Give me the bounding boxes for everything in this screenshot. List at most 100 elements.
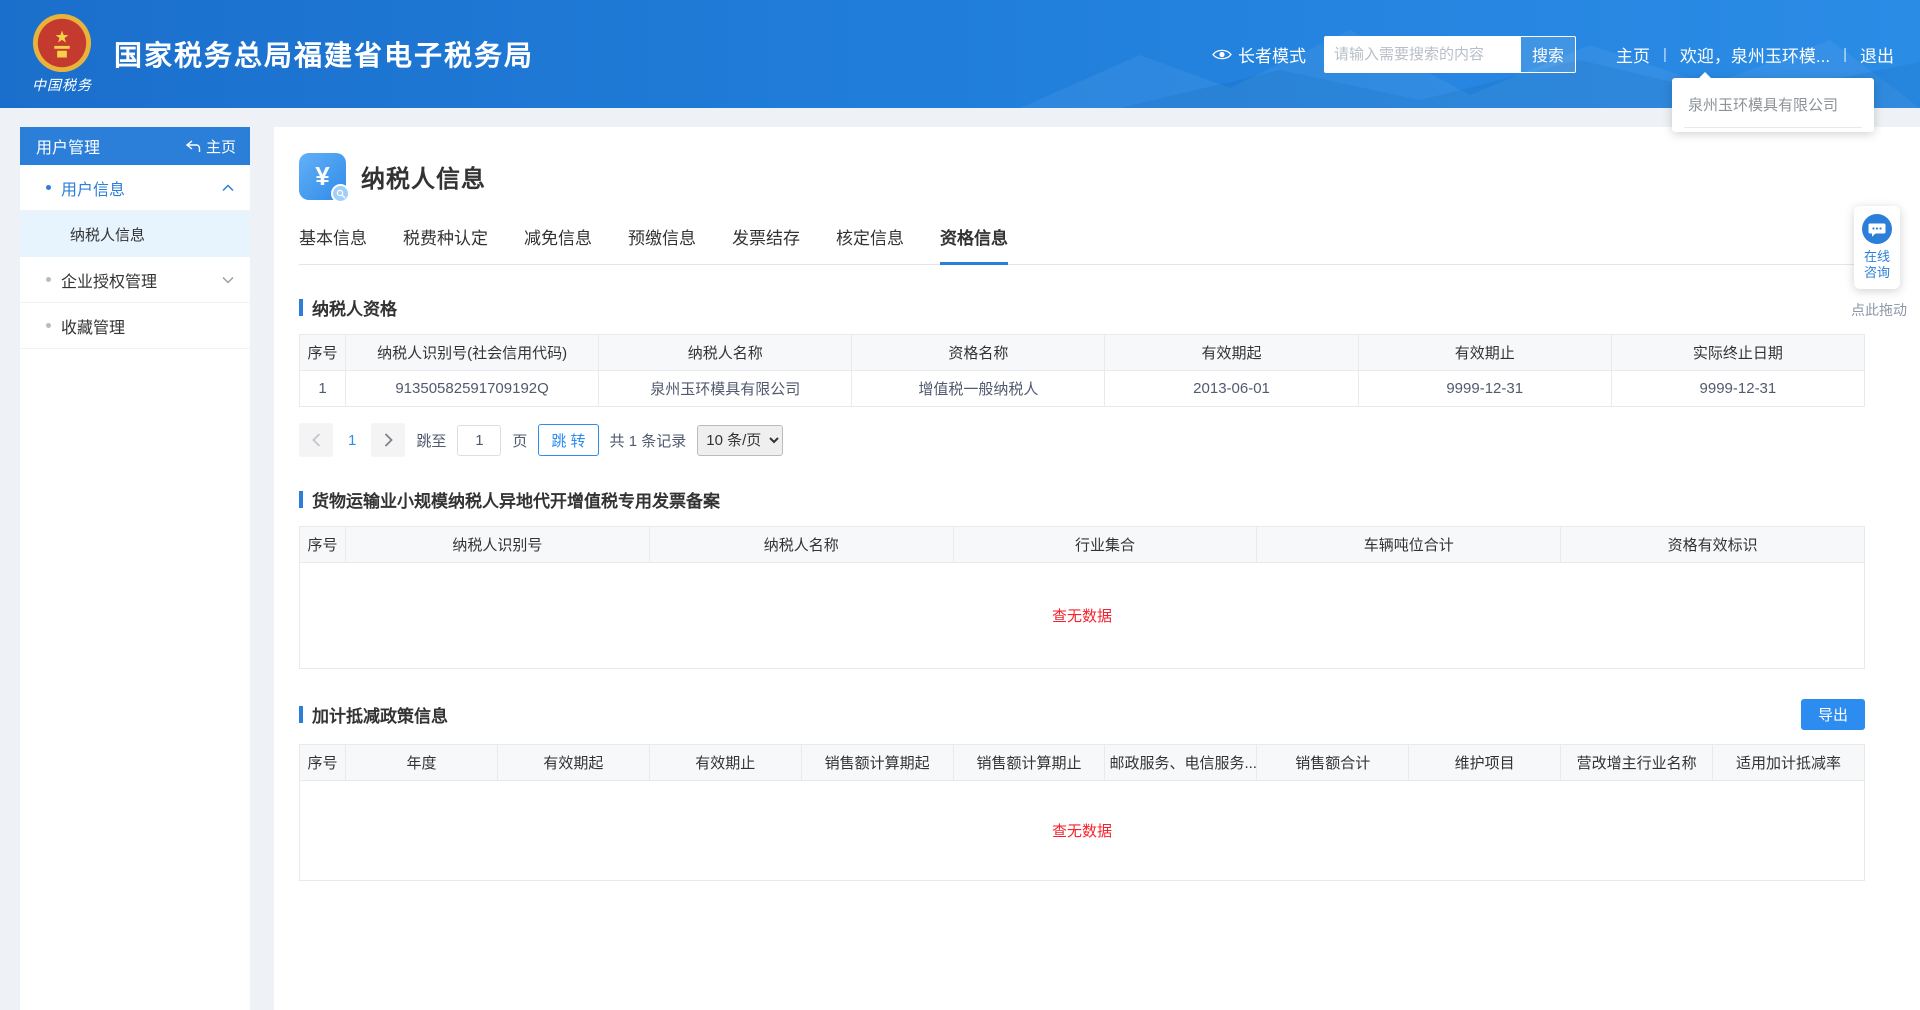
drag-handle-hint[interactable]: 点此拖动 xyxy=(1851,300,1907,320)
elder-mode-label: 长者模式 xyxy=(1238,42,1306,67)
column-header: 序号 xyxy=(300,745,346,781)
sidebar-item-label: 收藏管理 xyxy=(61,314,125,338)
section1-title: 纳税人资格 xyxy=(299,295,397,320)
main-content: ¥ 纳税人信息 基本信息税费种认定减免信息预缴信息发票结存核定信息资格信息 纳税… xyxy=(274,127,1920,1010)
table-cell: 泉州玉环模具有限公司 xyxy=(599,371,852,407)
section2-title-row: 货物运输业小规模纳税人异地代开增值税专用发票备案 xyxy=(299,487,1865,512)
tab-2[interactable]: 税费种认定 xyxy=(403,224,488,264)
site-title: 国家税务总局福建省电子税务局 xyxy=(114,34,534,74)
section3-title: 加计抵减政策信息 xyxy=(299,702,448,727)
sidebar-item-enterprise-auth[interactable]: 企业授权管理 xyxy=(20,257,250,303)
column-header: 销售额合计 xyxy=(1257,745,1409,781)
tab-6[interactable]: 核定信息 xyxy=(836,224,904,264)
section2-grid: 序号纳税人识别号纳税人名称行业集合车辆吨位合计资格有效标识 xyxy=(299,526,1865,563)
sidebar-home-button[interactable]: 主页 xyxy=(186,136,236,157)
next-page-button[interactable] xyxy=(371,423,405,457)
column-header: 邮政服务、电信服务... xyxy=(1105,745,1257,781)
magnifier-badge-icon xyxy=(331,184,350,203)
nav-welcome-link[interactable]: 欢迎，泉州玉环模... xyxy=(1680,42,1830,67)
bullet-icon xyxy=(46,277,51,282)
search-button[interactable]: 搜索 xyxy=(1520,36,1576,73)
chevron-left-icon xyxy=(312,433,321,447)
column-header: 纳税人识别号(社会信用代码) xyxy=(346,335,599,371)
sidebar-item-user-info[interactable]: 用户信息 xyxy=(20,165,250,211)
bullet-icon xyxy=(46,185,51,190)
column-header: 资格有效标识 xyxy=(1561,527,1865,563)
column-header: 序号 xyxy=(300,335,346,371)
nav-divider: | xyxy=(1663,46,1667,63)
tab-4[interactable]: 预缴信息 xyxy=(628,224,696,264)
page-title: 纳税人信息 xyxy=(361,159,486,194)
column-header: 销售额计算期止 xyxy=(953,745,1105,781)
elder-mode-toggle[interactable]: 长者模式 xyxy=(1212,42,1306,67)
table-cell: 91350582591709192Q xyxy=(346,371,599,407)
jump-to-label: 跳至 xyxy=(416,430,446,451)
column-header: 有效期止 xyxy=(1358,335,1611,371)
table-cell: 1 xyxy=(300,371,346,407)
tab-3[interactable]: 减免信息 xyxy=(524,224,592,264)
section3-grid: 序号年度有效期起有效期止销售额计算期起销售额计算期止邮政服务、电信服务...销售… xyxy=(299,744,1865,781)
column-header: 维护项目 xyxy=(1409,745,1561,781)
search-input[interactable] xyxy=(1324,36,1520,73)
header-right: 长者模式 搜索 主页 | 欢迎，泉州玉环模... | 退出 xyxy=(1212,36,1894,73)
sidebar-item-taxpayer-info[interactable]: 纳税人信息 xyxy=(20,211,250,257)
logo-script-text: 中国税务 xyxy=(32,75,92,95)
back-arrow-icon xyxy=(186,140,201,153)
header-search: 搜索 xyxy=(1324,36,1576,73)
online-consult-widget[interactable]: 在线咨询 xyxy=(1854,206,1900,289)
chat-icon xyxy=(1861,213,1893,245)
company-dropdown: 泉州玉环模具有限公司 xyxy=(1672,78,1874,132)
nav-home-link[interactable]: 主页 xyxy=(1616,42,1650,67)
sidebar-item-label: 企业授权管理 xyxy=(61,268,157,292)
section2-table: 序号纳税人识别号纳税人名称行业集合车辆吨位合计资格有效标识查无数据 xyxy=(299,526,1865,669)
section3-table: 序号年度有效期起有效期止销售额计算期起销售额计算期止邮政服务、电信服务...销售… xyxy=(299,744,1865,881)
yuan-icon: ¥ xyxy=(315,161,329,192)
prev-page-button[interactable] xyxy=(299,423,333,457)
page-jump-input[interactable] xyxy=(457,425,501,456)
tab-5[interactable]: 发票结存 xyxy=(732,224,800,264)
export-button[interactable]: 导出 xyxy=(1801,699,1865,730)
table-cell: 9999-12-31 xyxy=(1611,371,1864,407)
national-emblem-logo: 中国税务 xyxy=(22,13,102,95)
sidebar-item-label: 用户信息 xyxy=(61,176,125,200)
page-jump-button[interactable]: 跳 转 xyxy=(538,424,598,456)
sidebar-subitem-label: 纳税人信息 xyxy=(70,224,145,245)
column-header: 适用加计抵减率 xyxy=(1713,745,1865,781)
column-header: 纳税人名称 xyxy=(649,527,953,563)
tabs: 基本信息税费种认定减免信息预缴信息发票结存核定信息资格信息 xyxy=(299,224,1865,265)
tab-1[interactable]: 基本信息 xyxy=(299,224,367,264)
section1-table: 序号纳税人识别号(社会信用代码)纳税人名称资格名称有效期起有效期止实际终止日期1… xyxy=(299,334,1865,407)
table-cell: 增值税一般纳税人 xyxy=(852,371,1105,407)
section2-title: 货物运输业小规模纳税人异地代开增值税专用发票备案 xyxy=(299,487,720,512)
section1-grid: 序号纳税人识别号(社会信用代码)纳税人名称资格名称有效期起有效期止实际终止日期1… xyxy=(299,334,1865,407)
taxpayer-info-icon: ¥ xyxy=(299,153,346,200)
total-records-label: 共 1 条记录 xyxy=(610,430,687,451)
table-cell: 2013-06-01 xyxy=(1105,371,1358,407)
company-dropdown-item[interactable]: 泉州玉环模具有限公司 xyxy=(1684,84,1862,128)
column-header: 序号 xyxy=(300,527,346,563)
eye-icon xyxy=(1212,48,1232,61)
tab-7[interactable]: 资格信息 xyxy=(940,224,1008,265)
page-size-select[interactable]: 10 条/页 xyxy=(697,425,783,456)
sidebar-home-label: 主页 xyxy=(206,136,236,157)
table-row: 191350582591709192Q泉州玉环模具有限公司增值税一般纳税人201… xyxy=(300,371,1865,407)
online-consult-label: 在线咨询 xyxy=(1861,249,1893,281)
table-cell: 9999-12-31 xyxy=(1358,371,1611,407)
column-header: 有效期止 xyxy=(649,745,801,781)
chevron-up-icon xyxy=(222,184,234,192)
column-header: 有效期起 xyxy=(1105,335,1358,371)
sidebar-item-favorites[interactable]: 收藏管理 xyxy=(20,303,250,349)
column-header: 车辆吨位合计 xyxy=(1257,527,1561,563)
column-header: 销售额计算期起 xyxy=(801,745,953,781)
section3-title-row: 加计抵减政策信息 导出 xyxy=(299,699,1865,730)
column-header: 纳税人名称 xyxy=(599,335,852,371)
pagination: 1 跳至 页 跳 转 共 1 条记录 10 条/页 xyxy=(299,423,1865,457)
nav-logout-link[interactable]: 退出 xyxy=(1860,42,1894,67)
column-header: 有效期起 xyxy=(497,745,649,781)
content-inner: ¥ 纳税人信息 基本信息税费种认定减免信息预缴信息发票结存核定信息资格信息 纳税… xyxy=(274,127,1920,881)
chevron-right-icon xyxy=(384,433,393,447)
empty-message: 查无数据 xyxy=(299,563,1865,669)
sidebar: 用户管理 主页 用户信息 纳税人信息 企业授权管理 xyxy=(20,127,250,1010)
current-page-number[interactable]: 1 xyxy=(344,432,360,449)
nav-divider: | xyxy=(1843,46,1847,63)
